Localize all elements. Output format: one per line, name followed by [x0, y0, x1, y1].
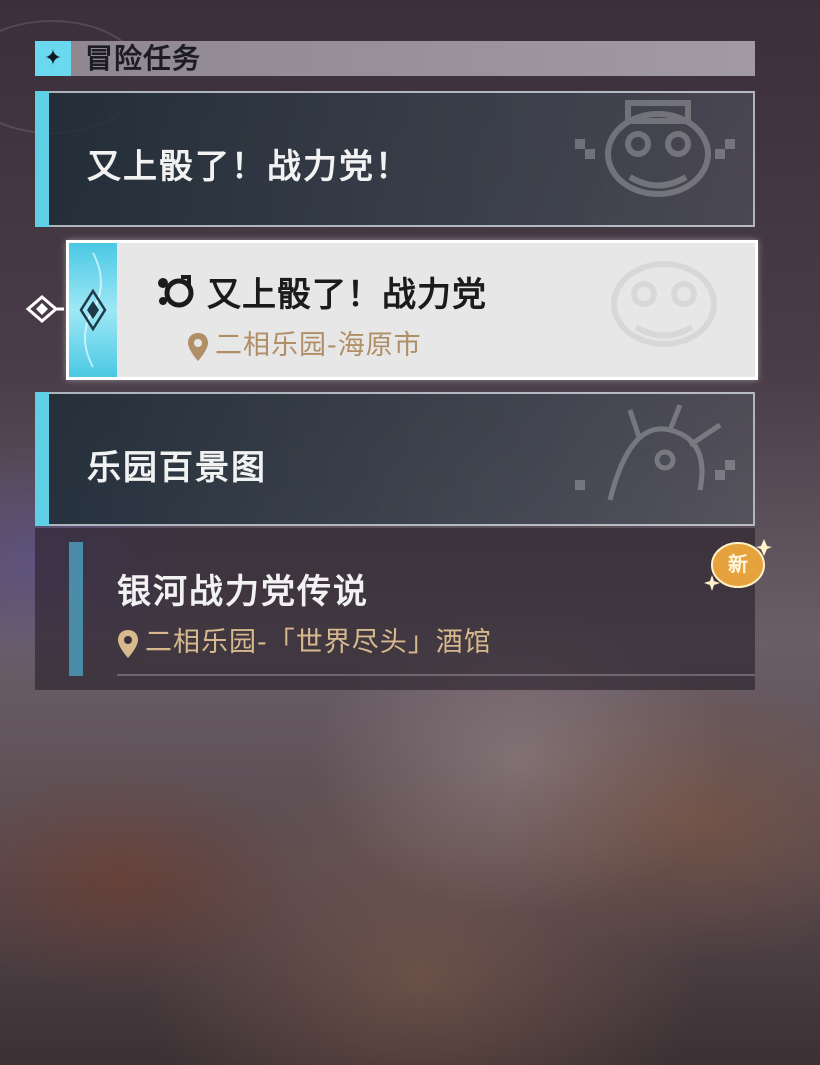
category-body: 乐园百景图 — [49, 392, 755, 526]
category-accent — [35, 392, 49, 526]
quest-title: 银河战力党传说 — [117, 572, 369, 612]
category-header-1[interactable]: 又上骰了！战力党！ — [35, 91, 755, 227]
category-title: 乐园百景图 — [87, 448, 267, 488]
section-header: ✦ 冒险任务 — [35, 41, 755, 76]
quest-title: 又上骰了！战力党 — [207, 275, 487, 315]
divider — [117, 674, 755, 676]
category-accent — [35, 91, 49, 227]
category-header-2[interactable]: 乐园百景图 — [35, 392, 755, 526]
quest-accent-bar — [69, 542, 83, 676]
category-title: 又上骰了！战力党！ — [87, 147, 411, 187]
quest-item-selected[interactable]: 又上骰了！战力党 二相乐园-海原市 — [66, 240, 758, 380]
category-body: 又上骰了！战力党！ — [49, 91, 755, 227]
quest-location-text: 二相乐园-海原市 — [215, 330, 422, 361]
quest-location-text: 二相乐园-「世界尽头」酒馆 — [145, 627, 492, 658]
frog-emblem-icon — [575, 100, 735, 197]
quest-item[interactable]: 银河战力党传说 二相乐园-「世界尽头」酒馆 — [35, 528, 755, 690]
section-title: 冒险任务 — [85, 42, 202, 75]
new-badge-label: 新 — [728, 552, 748, 576]
dice-quest-icon — [158, 275, 194, 308]
selection-pointer-icon — [25, 295, 64, 323]
quest-location: 二相乐园-海原市 — [187, 323, 422, 362]
sparkle-icon: ✦ — [35, 41, 71, 76]
quest-location: 二相乐园-「世界尽头」酒馆 — [117, 620, 492, 659]
location-pin-icon — [188, 332, 208, 361]
location-pin-icon — [118, 629, 138, 658]
new-badge: 新 — [704, 537, 772, 593]
frog-emblem-icon — [611, 261, 717, 347]
quest-gem-icon — [69, 243, 117, 377]
dragon-emblem-icon — [575, 404, 735, 501]
